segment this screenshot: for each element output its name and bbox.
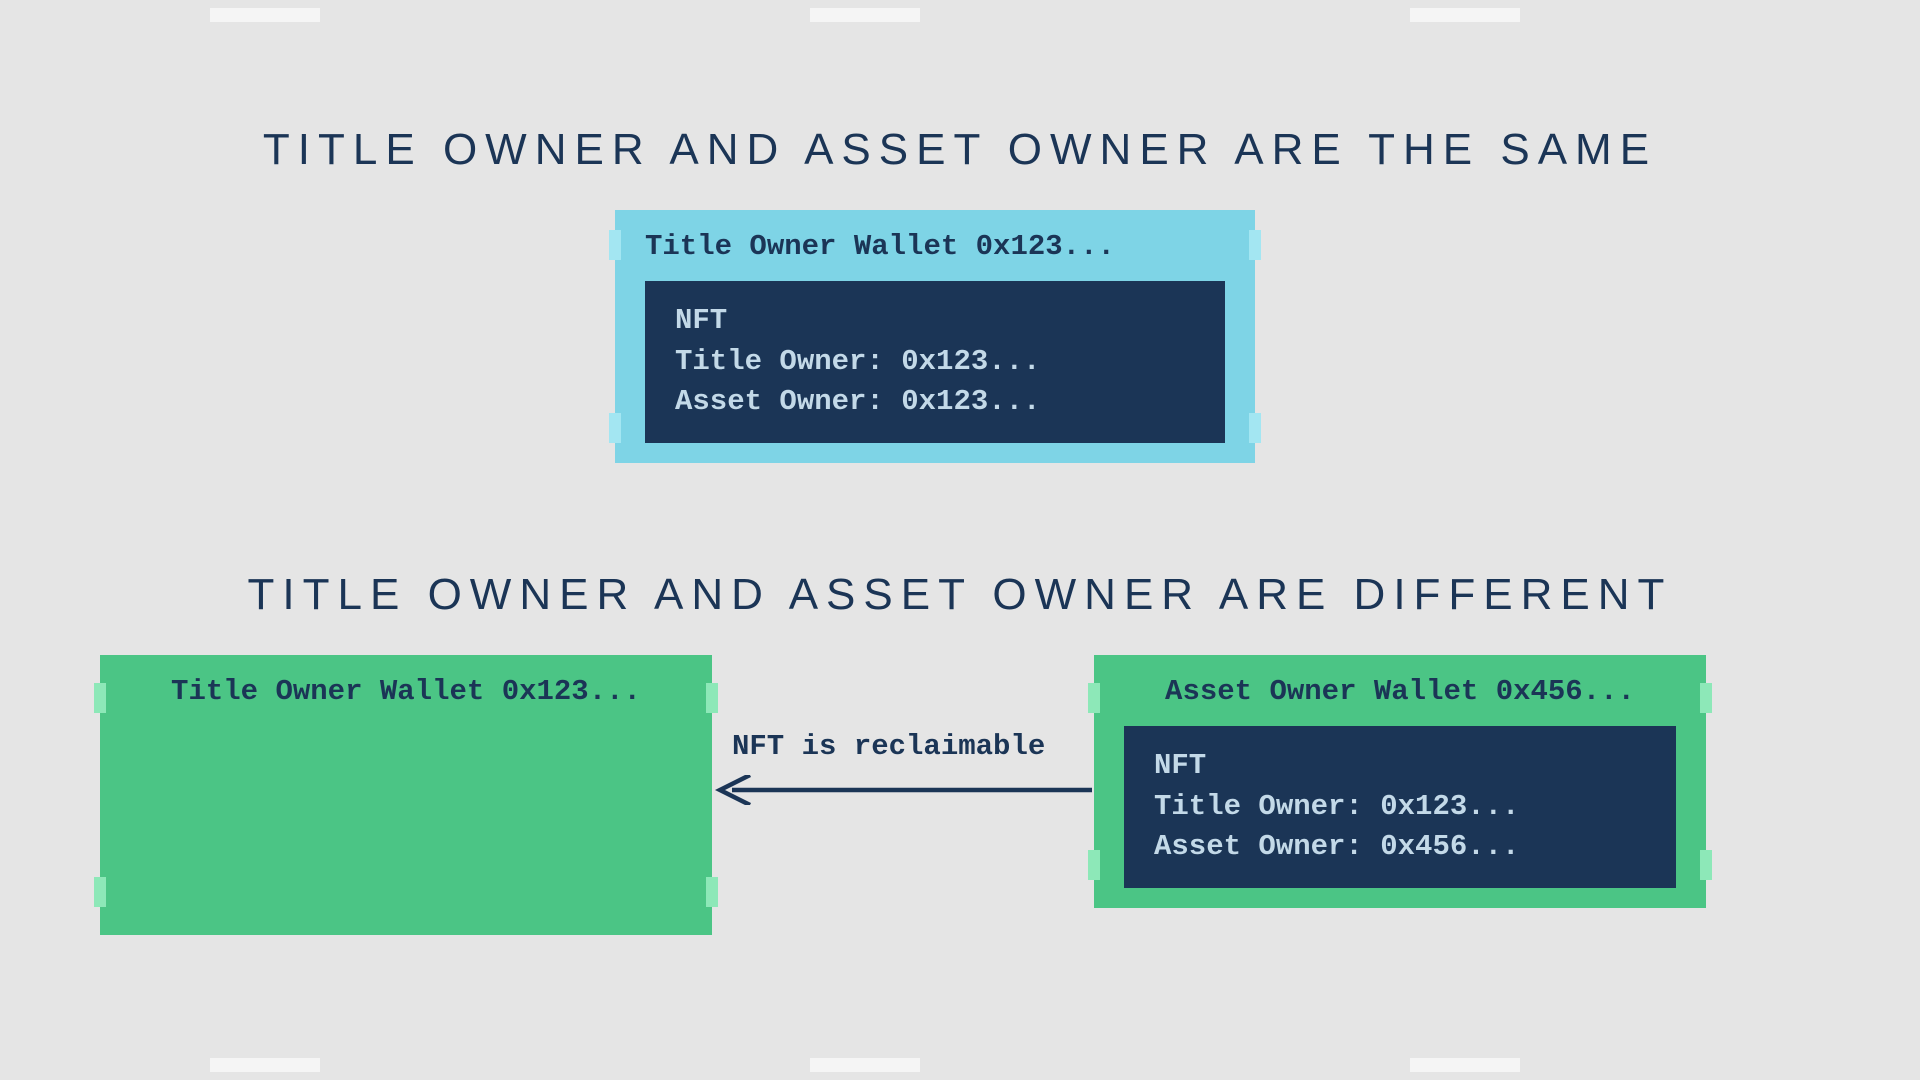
diagram-canvas: TITLE OWNER AND ASSET OWNER ARE THE SAME… [30, 30, 1890, 1050]
corner-tick [1249, 413, 1261, 443]
corner-tick [94, 683, 106, 713]
title-owner-wallet-panel-same: Title Owner Wallet 0x123... NFT Title Ow… [615, 210, 1255, 463]
nft-name: NFT [1154, 746, 1646, 787]
wallet-title: Title Owner Wallet 0x123... [130, 675, 682, 708]
frame-tick [1410, 1058, 1520, 1072]
title-owner-wallet-panel-diff: Title Owner Wallet 0x123... [100, 655, 712, 935]
frame-tick [810, 1058, 920, 1072]
corner-tick [706, 683, 718, 713]
frame-tick [1410, 8, 1520, 22]
corner-tick [94, 877, 106, 907]
nft-name: NFT [675, 301, 1195, 342]
asset-owner-wallet-panel-diff: Asset Owner Wallet 0x456... NFT Title Ow… [1094, 655, 1706, 908]
nft-asset-owner: Asset Owner: 0x123... [675, 382, 1195, 423]
frame-tick [210, 1058, 320, 1072]
nft-title-owner: Title Owner: 0x123... [675, 342, 1195, 383]
corner-tick [1700, 850, 1712, 880]
nft-box: NFT Title Owner: 0x123... Asset Owner: 0… [645, 281, 1225, 443]
nft-title-owner: Title Owner: 0x123... [1154, 787, 1646, 828]
corner-tick [609, 230, 621, 260]
heading-same: TITLE OWNER AND ASSET OWNER ARE THE SAME [30, 125, 1890, 175]
corner-tick [1088, 683, 1100, 713]
reclaim-arrow-icon [712, 775, 1094, 805]
corner-tick [706, 877, 718, 907]
arrow-label: NFT is reclaimable [732, 730, 1045, 763]
frame-tick [810, 8, 920, 22]
corner-tick [1088, 850, 1100, 880]
heading-diff: TITLE OWNER AND ASSET OWNER ARE DIFFEREN… [30, 570, 1890, 620]
wallet-title: Asset Owner Wallet 0x456... [1124, 675, 1676, 708]
corner-tick [1249, 230, 1261, 260]
corner-tick [1700, 683, 1712, 713]
nft-box: NFT Title Owner: 0x123... Asset Owner: 0… [1124, 726, 1676, 888]
nft-asset-owner: Asset Owner: 0x456... [1154, 827, 1646, 868]
corner-tick [609, 413, 621, 443]
wallet-title: Title Owner Wallet 0x123... [645, 230, 1225, 263]
frame-tick [210, 8, 320, 22]
